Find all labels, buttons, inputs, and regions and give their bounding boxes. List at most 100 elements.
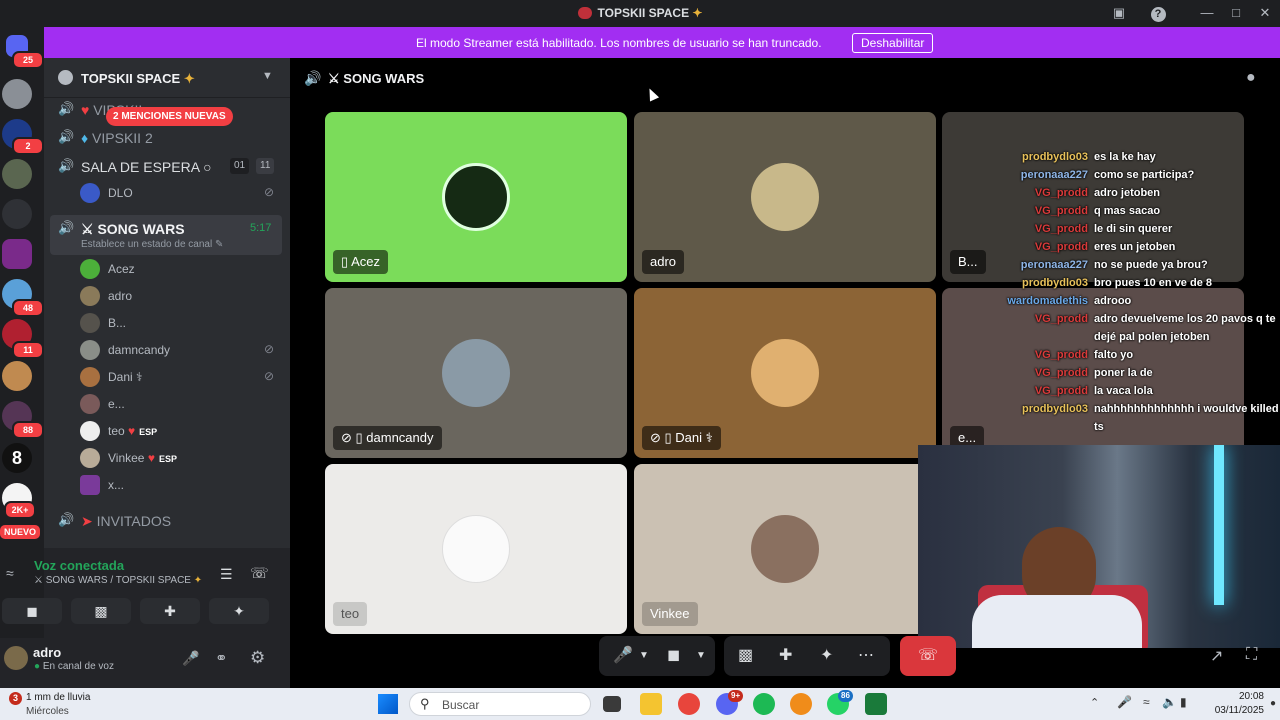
server-badge: 48	[12, 299, 44, 317]
soundboard-icon[interactable]: ✦	[820, 636, 833, 676]
server-avatar[interactable]	[2, 361, 32, 391]
voice-user[interactable]: damncandy ⊘	[80, 338, 280, 362]
chevron-down-icon[interactable]: ▼	[696, 636, 706, 676]
maximize-icon[interactable]: □	[1225, 4, 1247, 22]
channel-vipskii-2[interactable]: 🔊 ♦ VIPSKII 2	[50, 124, 282, 150]
voice-user[interactable]: Vinkee ♥ ESP	[80, 446, 280, 470]
tile-nameplate: ⊘ ▯ Dani ⚕	[642, 426, 721, 450]
user-name: Vinkee ♥ ESP	[108, 451, 177, 465]
hang-up-button[interactable]: ☏	[900, 636, 956, 676]
chat-text: falto yo	[1094, 349, 1134, 361]
avatar	[80, 367, 100, 387]
voice-user[interactable]: Dani ⚕ ⊘	[80, 365, 280, 389]
task-view-icon[interactable]	[603, 696, 621, 712]
channel-label: SALA DE ESPERA ○	[81, 159, 212, 175]
file-explorer-icon[interactable]	[640, 693, 662, 715]
voice-user[interactable]: DLO ⊘	[80, 181, 280, 205]
noise-suppression-icon[interactable]: ☰	[220, 566, 233, 583]
chat-username: prodbydlo03	[1021, 403, 1088, 415]
weather-text[interactable]: 1 mm de lluvia	[26, 692, 90, 703]
voice-location[interactable]: ⚔ SONG WARS / TOPSKII SPACE ✦	[34, 575, 202, 586]
speaker-icon: 🔊	[58, 101, 75, 116]
weather-day[interactable]: Miércoles	[26, 706, 69, 717]
voice-user[interactable]: B...	[80, 311, 280, 335]
video-tile[interactable]: Vinkee	[634, 464, 936, 634]
soundboard-button[interactable]: ✦	[209, 598, 269, 624]
signal-icon[interactable]: ≈	[6, 565, 14, 581]
server-avatar[interactable]	[2, 159, 32, 189]
voice-user[interactable]: e...	[80, 392, 280, 416]
microphone-icon[interactable]: 🎤	[1117, 695, 1132, 709]
channel-sala-de-espera[interactable]: 🔊 SALA DE ESPERA ○ 01 11	[50, 153, 282, 179]
search-box[interactable]: ⚲ Buscar	[409, 692, 591, 716]
speaker-icon: 🔊	[58, 512, 75, 527]
chat-text: como se participa?	[1094, 169, 1195, 181]
video-tile[interactable]: ▯ Acez	[325, 112, 627, 282]
server-avatar[interactable]	[2, 199, 32, 229]
server-badge: 11	[12, 341, 44, 359]
chrome-icon[interactable]	[678, 693, 700, 715]
inbox-icon[interactable]: ▣	[1108, 4, 1130, 22]
voice-user[interactable]: Acez	[80, 257, 280, 281]
channel-song-wars[interactable]: 🔊 ⚔ SONG WARS 5:17 Establece un estado d…	[50, 215, 282, 255]
video-tile[interactable]: ⊘ ▯ damncandy	[325, 288, 627, 458]
fullscreen-icon[interactable]: ⛶	[1246, 646, 1257, 664]
clock-time[interactable]: 20:08	[1226, 691, 1264, 702]
chevron-down-icon[interactable]: ▼	[262, 70, 273, 82]
video-tile[interactable]: adro	[634, 112, 936, 282]
chevron-down-icon[interactable]: ▼	[639, 636, 649, 676]
popout-icon[interactable]: ↗	[1210, 646, 1223, 666]
chat-text: adro jetoben	[1094, 187, 1161, 199]
notification-icon[interactable]: ●	[1270, 698, 1276, 709]
title-bar: TOPSKII SPACE ✦ ▣ ? — □ ✕	[0, 0, 1280, 27]
windows-start-icon[interactable]	[377, 693, 399, 715]
chat-bubble-icon[interactable]: ●	[1246, 69, 1256, 87]
help-icon[interactable]: ?	[1147, 4, 1169, 22]
video-tile[interactable]: ⊘ ▯ Dani ⚕	[634, 288, 936, 458]
channel-status-prompt[interactable]: Establece un estado de canal ✎	[81, 239, 223, 250]
app-icon[interactable]	[865, 693, 887, 715]
minimize-icon[interactable]: —	[1196, 4, 1218, 22]
settings-gear-icon[interactable]: ⚙	[250, 648, 265, 668]
video-tile[interactable]: teo	[325, 464, 627, 634]
activities-button[interactable]: ✚	[140, 598, 200, 624]
clock-date[interactable]: 03/11/2025	[1210, 705, 1264, 716]
screen-share-button[interactable]: ▩	[71, 598, 131, 624]
volume-icon[interactable]: 🔈	[1162, 695, 1177, 709]
weather-widget[interactable]: 3	[4, 692, 24, 708]
channel-label: ♦ VIPSKII 2	[81, 130, 153, 146]
discord-badge: 9+	[728, 690, 744, 702]
activities-icon[interactable]: ✚	[779, 636, 792, 676]
avatar[interactable]	[4, 646, 28, 670]
user-name: x...	[108, 478, 125, 492]
mic-muted-icon: ⊘	[263, 369, 274, 383]
server-avatar[interactable]	[2, 79, 32, 109]
camera-off-button[interactable]: ◼	[2, 598, 62, 624]
voice-user[interactable]: x...	[80, 473, 280, 497]
disconnect-icon[interactable]: ☏	[250, 564, 269, 582]
screen-share-icon[interactable]: ▩	[738, 636, 753, 676]
voice-user[interactable]: adro	[80, 284, 280, 308]
user-name: teo ♥ ESP	[108, 424, 158, 438]
server-avatar[interactable]: 8	[2, 443, 32, 473]
mic-control[interactable]: 🎤 ▼ ◼ ▼	[599, 636, 715, 676]
channel-invitados[interactable]: 🔊 ➤ INVITADOS	[50, 507, 282, 533]
guild-header[interactable]: TOPSKII SPACE ✦ ▼	[44, 58, 290, 98]
voice-user[interactable]: teo ♥ ESP	[80, 419, 280, 443]
headphones-icon[interactable]: ⚭	[215, 649, 228, 667]
spotify-icon[interactable]	[753, 693, 775, 715]
window-title-text: TOPSKII SPACE	[597, 6, 690, 20]
more-options-icon[interactable]: ⋯	[858, 636, 874, 676]
chat-username: VG_prodd	[1034, 367, 1088, 379]
microphone-icon[interactable]: 🎤	[182, 650, 199, 667]
my-username[interactable]: adro	[33, 645, 61, 660]
battery-icon[interactable]: ▮	[1180, 695, 1187, 709]
close-window-icon[interactable]: ✕	[1254, 4, 1276, 22]
disable-streamer-button[interactable]: Deshabilitar	[852, 33, 934, 53]
wifi-icon[interactable]: ≈	[1143, 695, 1150, 709]
avatar	[80, 286, 100, 306]
chevron-up-icon[interactable]: ⌃	[1090, 696, 1099, 709]
voice-connected-label[interactable]: Voz conectada	[34, 558, 124, 573]
fl-studio-icon[interactable]	[790, 693, 812, 715]
server-avatar[interactable]	[2, 239, 32, 269]
